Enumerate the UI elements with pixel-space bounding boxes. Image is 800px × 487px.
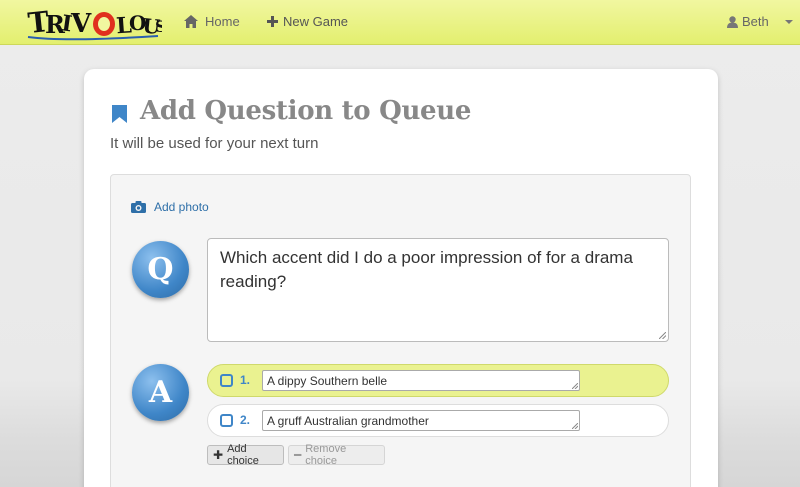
question-textarea[interactable]: Which accent did I do a poor impression … (207, 238, 669, 342)
answer-badge: A (132, 364, 189, 421)
answer-choice-row[interactable]: 1. A dippy Southern belle (207, 364, 669, 397)
nav-new-game-label: New Game (283, 14, 349, 29)
add-choice-label: Add choice (227, 443, 259, 467)
bookmark-icon (112, 105, 127, 123)
choice-text-input[interactable]: A gruff Australian grandmother (262, 410, 580, 431)
question-badge: Q (132, 241, 189, 298)
nav-home-link[interactable]: Home (184, 14, 240, 29)
remove-choice-label: Remove choice (305, 443, 347, 467)
add-choice-button[interactable]: ✚ Add choice (207, 443, 284, 467)
camera-icon (131, 201, 146, 213)
choice-number: 1. (240, 373, 251, 387)
trivolous-logo[interactable]: T R I V L O U S (26, 2, 162, 42)
answer-choice-row[interactable]: 2. A gruff Australian grandmother (207, 404, 669, 437)
page-title: Add Question to Queue (140, 96, 472, 126)
choice-text: A dippy Southern belle (267, 374, 388, 388)
choice-checkbox[interactable] (220, 374, 233, 387)
home-icon (184, 15, 198, 28)
user-name: Beth (742, 14, 769, 29)
nav-new-game-link[interactable]: New Game (267, 14, 348, 29)
question-text: Which accent did I do a poor impression … (220, 248, 633, 291)
chevron-down-icon (784, 19, 793, 24)
resize-grip-icon[interactable] (572, 383, 578, 389)
plus-icon (267, 16, 278, 27)
resize-grip-icon[interactable] (659, 332, 666, 339)
remove-choice-button[interactable]: ━ Remove choice (288, 443, 385, 467)
choice-text-input[interactable]: A dippy Southern belle (262, 370, 580, 391)
choice-number: 2. (240, 413, 251, 427)
resize-grip-icon[interactable] (572, 423, 578, 429)
choice-checkbox[interactable] (220, 414, 233, 427)
svg-text:S: S (155, 17, 162, 36)
user-menu[interactable]: Beth (727, 14, 793, 29)
svg-text:V: V (70, 9, 92, 39)
choice-text: A gruff Australian grandmother (267, 414, 429, 428)
user-icon (727, 15, 738, 28)
top-navbar: T R I V L O U S Home New Game Beth (0, 0, 800, 45)
question-form-panel: Add photo Q Which accent did I do a poor… (110, 174, 691, 487)
main-card: Add Question to Queue It will be used fo… (84, 69, 718, 487)
add-photo-label: Add photo (154, 200, 209, 214)
page-subtitle: It will be used for your next turn (110, 135, 319, 152)
minus-icon: ━ (294, 448, 302, 462)
add-photo-link[interactable]: Add photo (131, 200, 209, 214)
plus-icon: ✚ (213, 448, 224, 462)
nav-home-label: Home (205, 14, 240, 29)
